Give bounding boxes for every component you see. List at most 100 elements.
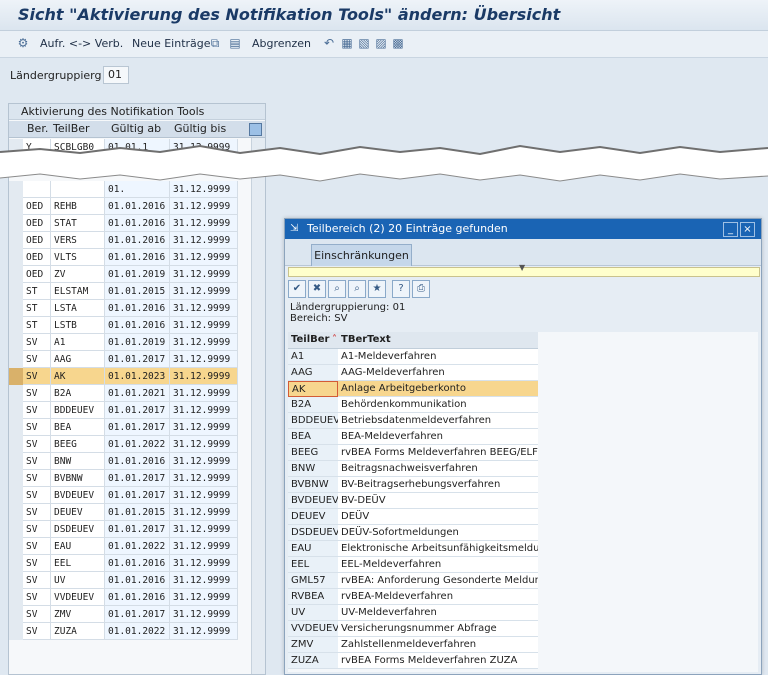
table-row[interactable]: SV BVDEUEV 01.01.2017 31.12.9999 — [9, 487, 265, 504]
list-item[interactable]: RVBEA rvBEA-Meldeverfahren — [288, 589, 538, 605]
undo-icon[interactable]: ↶ — [322, 36, 336, 50]
row-selector[interactable] — [9, 521, 24, 538]
table-row[interactable]: SV BDDEUEV 01.01.2017 31.12.9999 — [9, 402, 265, 419]
table-row[interactable]: OED VERS 01.01.2016 31.12.9999 — [9, 232, 265, 249]
column-header-subarea[interactable]: TeilBer — [291, 332, 329, 348]
delimit-button[interactable]: Abgrenzen — [252, 35, 311, 53]
table-scrollbar[interactable] — [251, 138, 265, 674]
list-item[interactable]: BEEG rvBEA Forms Meldeverfahren BEEG/ELFE — [288, 445, 538, 461]
cell-valid-from[interactable]: 01.01.2017 — [105, 521, 170, 538]
list-item[interactable]: A1 A1-Meldeverfahren — [288, 349, 538, 365]
row-selector[interactable] — [9, 232, 24, 249]
cell-valid-to[interactable]: 31.12.9999 — [170, 368, 238, 385]
cell-valid-to[interactable]: 31.12.9999 — [170, 215, 238, 232]
country-group-field[interactable]: 01 — [103, 66, 129, 84]
row-selector[interactable] — [9, 402, 24, 419]
result-text[interactable]: EEL-Meldeverfahren — [338, 557, 538, 573]
row-selector[interactable] — [9, 368, 24, 385]
cell-valid-from[interactable]: 01.01.2019 — [105, 334, 170, 351]
table-row[interactable]: OED VLTS 01.01.2016 31.12.9999 — [9, 249, 265, 266]
list-item[interactable]: DEUEV DEÜV — [288, 509, 538, 525]
table-row[interactable]: SV ZUZA 01.01.2022 31.12.9999 — [9, 623, 265, 640]
result-text[interactable]: Behördenkommunikation — [338, 397, 538, 413]
result-key[interactable]: BVBNW — [288, 477, 338, 493]
cell-valid-to[interactable]: 31.12.9999 — [170, 572, 238, 589]
row-selector[interactable] — [9, 623, 24, 640]
find-next-icon[interactable]: ⌕ — [348, 280, 366, 298]
result-text[interactable]: DEÜV-Sofortmeldungen — [338, 525, 538, 541]
cell-valid-from[interactable]: 01.01.2015 — [105, 504, 170, 521]
result-key[interactable]: RVBEA — [288, 589, 338, 605]
cell-valid-to[interactable]: 31.12.9999 — [170, 351, 238, 368]
result-text[interactable]: rvBEA Forms Meldeverfahren BEEG/ELFE — [338, 445, 538, 461]
sort-icon[interactable]: ˄ — [332, 332, 337, 348]
cell-valid-to[interactable]: 31.12.9999 — [170, 453, 238, 470]
table-row[interactable]: SV AK 01.01.2023 31.12.9999 — [9, 368, 265, 385]
cell-valid-to[interactable]: 31.12.9999 — [170, 402, 238, 419]
cell-valid-from[interactable]: 01.01.2017 — [105, 487, 170, 504]
cell-valid-to[interactable]: 31.12.9999 — [170, 283, 238, 300]
list-item[interactable]: VVDEUEV Versicherungsnummer Abfrage — [288, 621, 538, 637]
cell-valid-from[interactable]: 01.01.2017 — [105, 419, 170, 436]
table-row[interactable]: SV UV 01.01.2016 31.12.9999 — [9, 572, 265, 589]
cell-valid-to[interactable]: 31.12.9999 — [170, 606, 238, 623]
list-item[interactable]: DSDEUEV DEÜV-Sofortmeldungen — [288, 525, 538, 541]
result-key[interactable]: DSDEUEV — [288, 525, 340, 541]
result-text[interactable]: Anlage Arbeitgeberkonto — [338, 381, 538, 397]
result-key[interactable]: A1 — [288, 349, 338, 365]
result-key[interactable]: B2A — [288, 397, 338, 413]
display-change-icon[interactable]: ⚙ — [16, 36, 30, 50]
row-selector[interactable] — [9, 606, 24, 623]
row-selector[interactable] — [9, 555, 24, 572]
cancel-icon[interactable]: ✖ — [308, 280, 326, 298]
cell-valid-from[interactable]: 01.01.2016 — [105, 555, 170, 572]
result-key[interactable]: ZMV — [288, 637, 338, 653]
result-text[interactable]: Zahlstellenmeldeverfahren — [338, 637, 538, 653]
table-row[interactable]: ST ELSTAM 01.01.2015 31.12.9999 — [9, 283, 265, 300]
row-selector[interactable] — [9, 385, 24, 402]
list-item[interactable]: BVDEUEV BV-DEÜV — [288, 493, 538, 509]
cell-valid-from[interactable]: 01.01.2016 — [105, 198, 170, 215]
result-key[interactable]: DEUEV — [288, 509, 338, 525]
table-row[interactable]: ST LSTB 01.01.2016 31.12.9999 — [9, 317, 265, 334]
list-item[interactable]: ZMV Zahlstellenmeldeverfahren — [288, 637, 538, 653]
list-item[interactable]: ZUZA rvBEA Forms Meldeverfahren ZUZA — [288, 653, 538, 669]
table-row[interactable]: ST LSTA 01.01.2016 31.12.9999 — [9, 300, 265, 317]
result-text[interactable]: Elektronische Arbeitsunfähigkeitsmeldung — [338, 541, 538, 557]
row-selector[interactable] — [9, 249, 24, 266]
table-row[interactable]: SV BEEG 01.01.2022 31.12.9999 — [9, 436, 265, 453]
cell-valid-from[interactable]: 01.01.2015 — [105, 283, 170, 300]
row-selector[interactable] — [9, 266, 24, 283]
list-item[interactable]: BNW Beitragsnachweisverfahren — [288, 461, 538, 477]
result-key[interactable]: UV — [288, 605, 338, 621]
table-row[interactable]: SV BNW 01.01.2016 31.12.9999 — [9, 453, 265, 470]
result-key[interactable]: AAG — [288, 365, 338, 381]
cell-valid-to[interactable]: 31.12.9999 — [170, 198, 238, 215]
table-row[interactable]: SV BEA 01.01.2017 31.12.9999 — [9, 419, 265, 436]
list-item[interactable]: EEL EEL-Meldeverfahren — [288, 557, 538, 573]
cell-valid-from[interactable]: 01.01.2016 — [105, 215, 170, 232]
table-row[interactable]: SV EEL 01.01.2016 31.12.9999 — [9, 555, 265, 572]
result-text[interactable]: A1-Meldeverfahren — [338, 349, 538, 365]
result-text[interactable]: rvBEA-Meldeverfahren — [338, 589, 538, 605]
cell-valid-to[interactable]: 31.12.9999 — [170, 436, 238, 453]
row-selector[interactable] — [9, 504, 24, 521]
cell-valid-to[interactable]: 31.12.9999 — [170, 470, 238, 487]
row-selector[interactable] — [9, 436, 24, 453]
result-key[interactable]: EEL — [288, 557, 338, 573]
result-key[interactable]: BDDEUEV — [288, 413, 340, 429]
row-selector[interactable] — [9, 283, 24, 300]
cell-valid-to[interactable]: 31.12.9999 — [170, 300, 238, 317]
cell-valid-from[interactable]: 01.01.2022 — [105, 538, 170, 555]
select-block-icon[interactable]: ▧ — [357, 36, 371, 50]
collapse-arrow-icon[interactable]: ▼ — [519, 263, 525, 272]
row-selector[interactable] — [9, 538, 24, 555]
cell-valid-to[interactable]: 31.12.9999 — [170, 334, 238, 351]
row-selector[interactable] — [9, 334, 24, 351]
row-selector[interactable] — [9, 300, 24, 317]
toggle-display-change-button[interactable]: Aufr. <-> Verb. — [40, 35, 123, 53]
result-text[interactable]: UV-Meldeverfahren — [338, 605, 538, 621]
cell-valid-from[interactable]: 01.01.2016 — [105, 589, 170, 606]
cell-valid-from[interactable]: 01.01.2017 — [105, 470, 170, 487]
table-row[interactable]: SV DSDEUEV 01.01.2017 31.12.9999 — [9, 521, 265, 538]
